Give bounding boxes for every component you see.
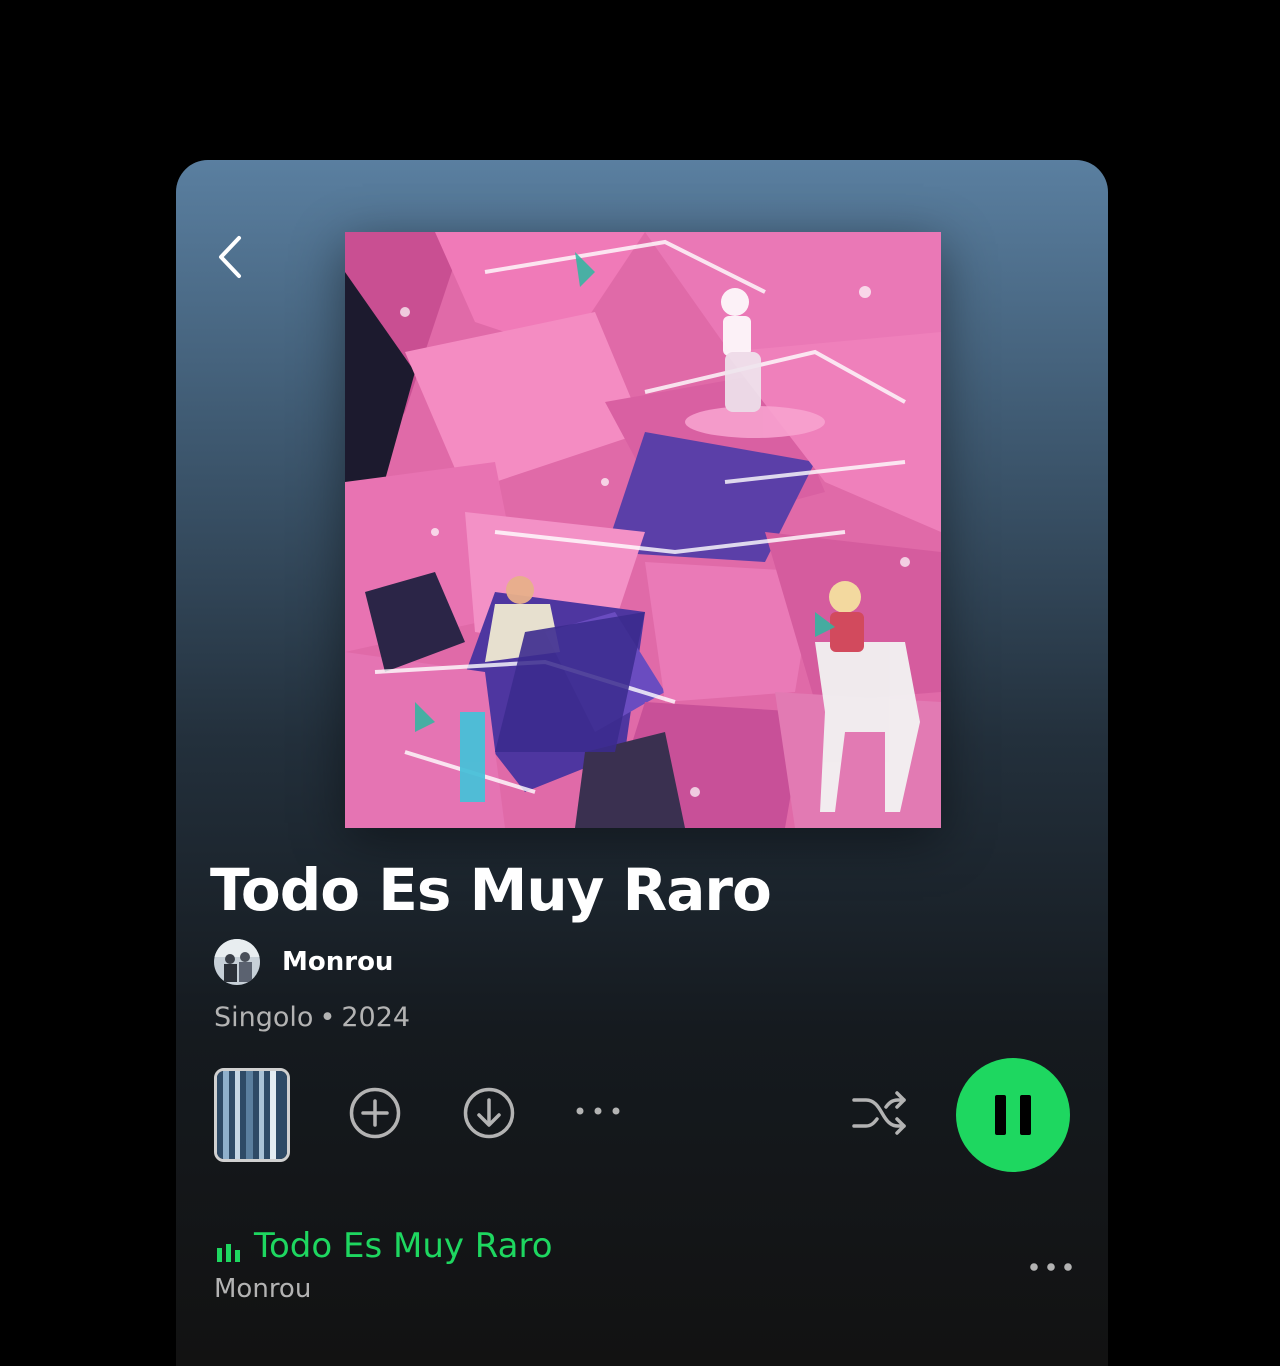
shuffle-icon [852,1091,906,1135]
meta-separator: • [319,1002,336,1033]
pause-button[interactable] [956,1058,1070,1172]
download-circle-icon [463,1087,515,1139]
more-horizontal-icon [576,1107,620,1115]
add-to-library-button[interactable] [348,1086,402,1140]
release-type: Singolo [214,1002,314,1033]
download-button[interactable] [462,1086,516,1140]
artist-link[interactable]: Monrou [214,938,393,986]
equalizer-icon [217,1244,240,1262]
canvas-preview-thumbnail[interactable] [214,1068,290,1162]
track-title: Todo Es Muy Raro [254,1226,553,1266]
album-screen: Todo Es Muy Raro Monrou Singolo • 2024 T… [176,160,1108,1366]
album-title: Todo Es Muy Raro [210,856,772,924]
track-row[interactable]: Todo Es Muy Raro Monrou [176,1224,1108,1324]
back-button[interactable] [206,232,256,282]
plus-circle-icon [349,1087,401,1139]
chevron-left-icon [219,236,241,278]
album-meta: Singolo • 2024 [214,1002,410,1033]
track-artist: Monrou [214,1274,312,1304]
track-more-button[interactable] [1026,1252,1076,1282]
shuffle-button[interactable] [850,1086,910,1140]
album-cover [345,232,941,828]
artist-name: Monrou [282,947,394,977]
action-bar [176,1056,1108,1176]
artist-avatar [214,939,260,985]
more-horizontal-icon [1030,1263,1072,1271]
release-year: 2024 [341,1002,411,1033]
more-options-button[interactable] [574,1096,624,1126]
